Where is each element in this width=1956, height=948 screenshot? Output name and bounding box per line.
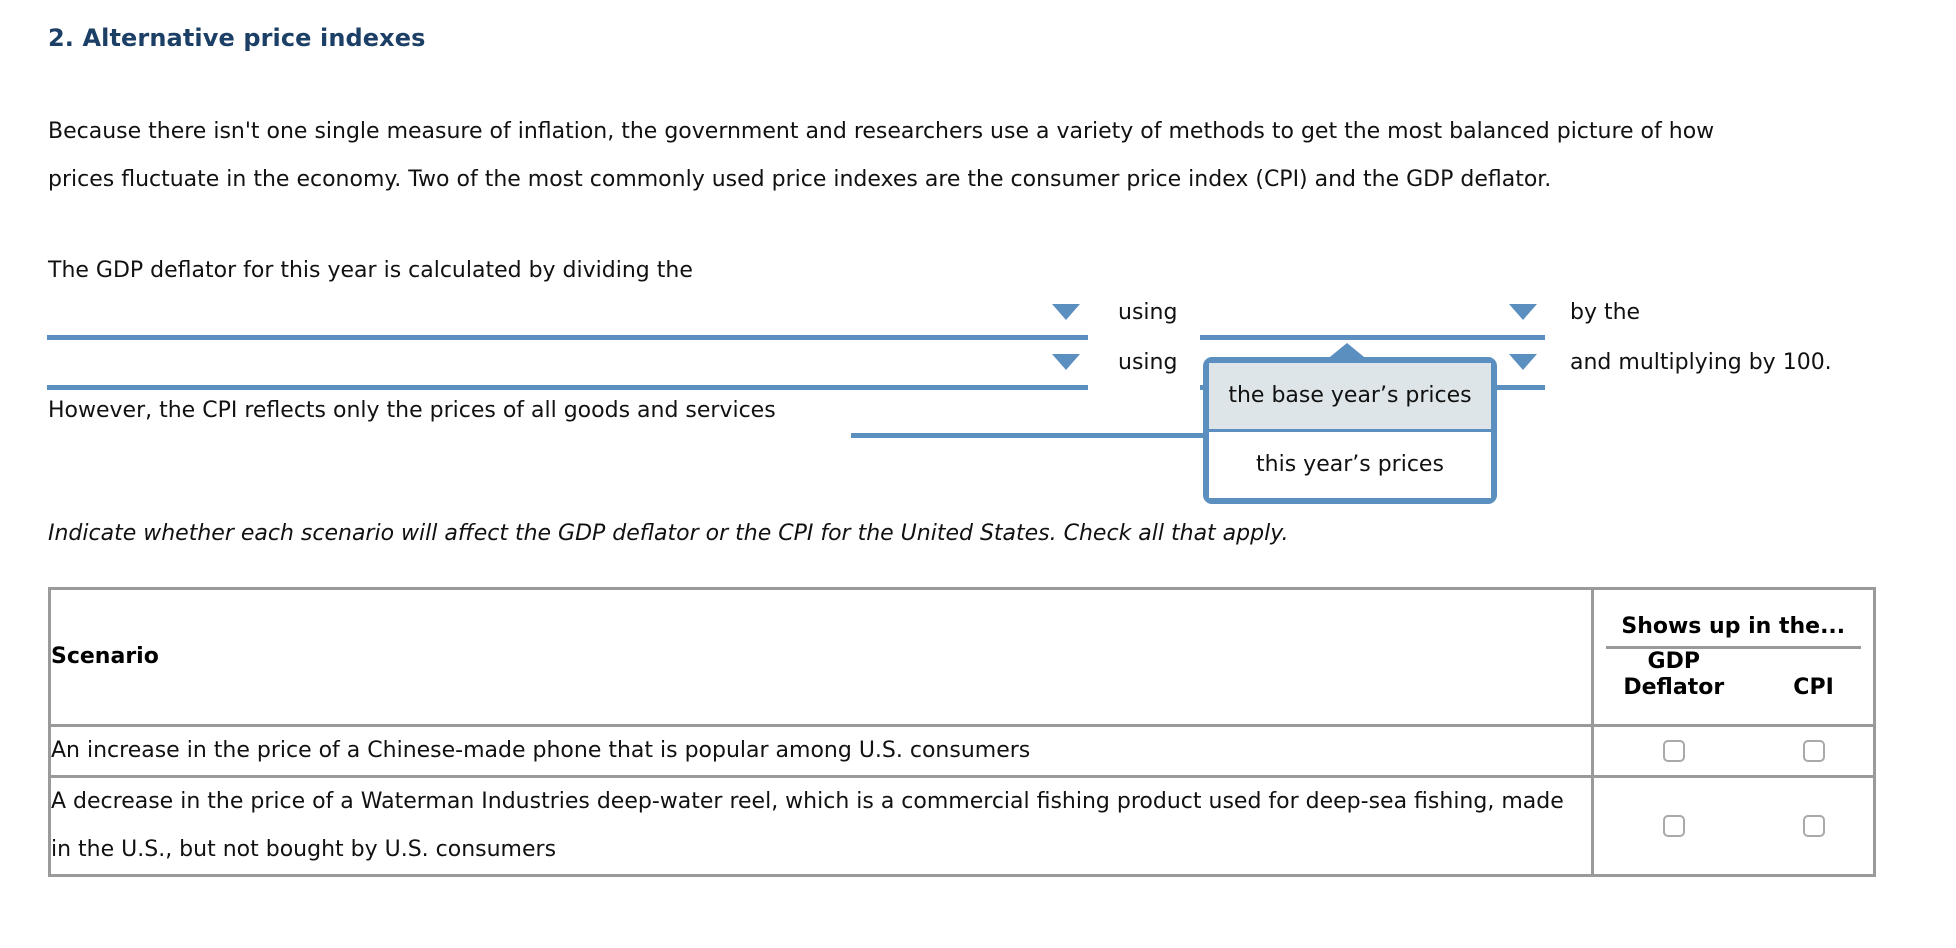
checkbox-cell-group <box>1592 776 1873 874</box>
checkbox-gdp-deflator-row-1[interactable] <box>1662 739 1685 762</box>
dropdown-popup-pointer-icon <box>1325 343 1369 361</box>
column-header-scenario: Scenario <box>51 590 1594 727</box>
dropdown-blank-2[interactable] <box>1200 300 1545 340</box>
intro-line-1: Because there isn't one single measure o… <box>48 119 1715 144</box>
label-by-the: by the <box>1570 300 1641 325</box>
chevron-down-icon[interactable] <box>1052 354 1080 370</box>
dropdown-blank-5[interactable] <box>851 398 1253 438</box>
column-header-cpi: CPI <box>1793 674 1834 700</box>
label-using-2: using <box>1118 350 1178 375</box>
label-and-multiplying: and multiplying by 100. <box>1570 350 1832 375</box>
scenario-table: Scenario Shows up in the... GDP Deflator… <box>48 587 1876 877</box>
scenario-cell: An increase in the price of a Chinese-ma… <box>51 725 1594 778</box>
intro-line-2: prices fluctuate in the economy. Two of … <box>48 167 1552 192</box>
statement-lead: The GDP deflator for this year is calcul… <box>48 258 693 283</box>
label-using-1: using <box>1118 300 1178 325</box>
dropdown-popup-menu[interactable]: the base year’s prices this year’s price… <box>1203 357 1497 504</box>
checkbox-cell-group <box>1592 725 1873 778</box>
statement-however: However, the CPI reflects only the price… <box>48 398 776 423</box>
checkbox-cpi-row-1[interactable] <box>1802 739 1825 762</box>
gdp-deflator-check-cell[interactable] <box>1594 814 1755 837</box>
table-row: An increase in the price of a Chinese-ma… <box>51 725 1873 778</box>
cpi-check-cell[interactable] <box>1754 739 1873 762</box>
instruction-text: Indicate whether each scenario will affe… <box>48 521 1289 546</box>
checkbox-gdp-deflator-row-2[interactable] <box>1662 814 1685 837</box>
checkbox-cpi-row-2[interactable] <box>1802 814 1825 837</box>
gdp-deflator-check-cell[interactable] <box>1594 739 1755 762</box>
intro-paragraph: Because there isn't one single measure o… <box>48 108 1714 204</box>
dropdown-underline <box>1200 335 1545 340</box>
table-header-row: Scenario Shows up in the... GDP Deflator… <box>51 590 1873 727</box>
chevron-down-icon[interactable] <box>1509 304 1537 320</box>
column-header-gdp-deflator: GDP Deflator <box>1623 648 1725 700</box>
dropdown-underline <box>47 385 1088 390</box>
scenario-cell: A decrease in the price of a Waterman In… <box>51 776 1594 874</box>
dropdown-blank-1[interactable] <box>47 300 1088 340</box>
chevron-down-icon[interactable] <box>1509 354 1537 370</box>
column-header-group: Shows up in the... GDP Deflator CPI <box>1592 590 1873 727</box>
dropdown-underline <box>851 433 1253 438</box>
dropdown-underline <box>47 335 1088 340</box>
table-row: A decrease in the price of a Waterman In… <box>51 776 1873 874</box>
group-header-label: Shows up in the... <box>1621 613 1846 639</box>
chevron-down-icon[interactable] <box>1052 304 1080 320</box>
dropdown-blank-3[interactable] <box>47 350 1088 390</box>
dropdown-option-this-year-prices[interactable]: this year’s prices <box>1209 432 1491 498</box>
page-title: 2. Alternative price indexes <box>48 24 426 52</box>
cpi-check-cell[interactable] <box>1754 814 1873 837</box>
dropdown-option-base-year-prices[interactable]: the base year’s prices <box>1209 363 1491 432</box>
